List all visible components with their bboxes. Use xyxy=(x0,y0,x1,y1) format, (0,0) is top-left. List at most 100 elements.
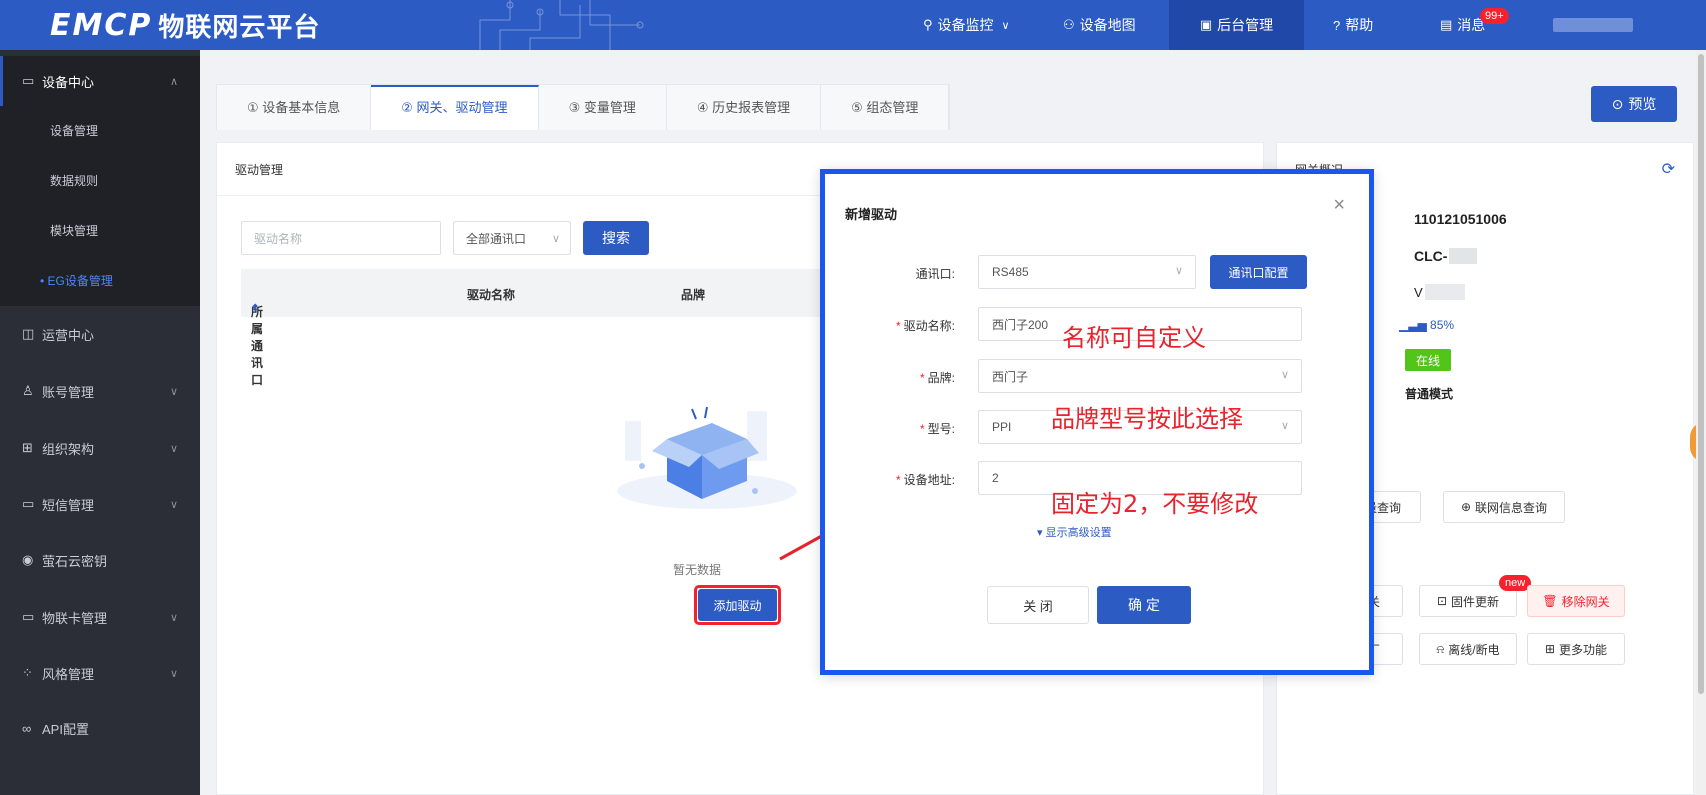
nav-admin[interactable]: ▣ 后台管理 xyxy=(1169,0,1304,50)
driver-name-label: * 驱动名称: xyxy=(825,317,955,334)
chevron-down-icon: ∨ xyxy=(1001,19,1010,32)
signal-value: 85% xyxy=(1430,318,1455,332)
port-select[interactable]: RS485 ∨ xyxy=(978,255,1196,289)
tab-history-report[interactable]: ④ 历史报表管理 xyxy=(666,85,822,130)
device-icon: ▭ xyxy=(22,73,35,88)
tab-basic-info[interactable]: ① 设备基本信息 xyxy=(217,85,372,130)
sidebar-item-eg-device[interactable]: • EG设备管理 xyxy=(0,256,200,306)
sidebar-label: 数据规则 xyxy=(50,174,99,188)
offline-power-button[interactable]: ⍾ 离线/断电 xyxy=(1419,633,1517,665)
name-custom-note: 名称可自定义 xyxy=(1062,324,1206,352)
field-value: RS485 xyxy=(992,265,1029,279)
account-icon: ♙ xyxy=(22,383,34,398)
address-fixed-note: 固定为2，不要修改 xyxy=(1051,490,1259,518)
preview-button[interactable]: ⊙ 预览 xyxy=(1591,86,1677,122)
sidebar-section-ezviz-key[interactable]: ◉ 萤石云密钥 xyxy=(0,534,200,586)
sidebar-label: 设备管理 xyxy=(50,124,99,138)
signal-strength: ▁▃▅ 85% xyxy=(1399,318,1454,332)
close-icon[interactable]: × xyxy=(1333,194,1345,217)
dialog-close-button[interactable]: 关 闭 xyxy=(987,586,1089,624)
port-config-button[interactable]: 通讯口配置 xyxy=(1210,255,1307,289)
signal-icon: ▁▃▅ xyxy=(1399,318,1427,332)
globe-icon: ⊕ xyxy=(1460,500,1472,514)
gateway-serial: 110121051006 xyxy=(1414,211,1507,227)
gateway-model: CLC- xyxy=(1414,248,1478,264)
brand-model-note: 品牌型号按此选择 xyxy=(1051,405,1243,433)
chevron-down-icon: ∨ xyxy=(169,611,178,624)
chevron-down-icon: ∨ xyxy=(1280,420,1289,432)
sidebar: ▭ 设备中心 ∧ 设备管理 数据规则 模块管理 • EG设备管理 ◫ 运营中心 ♙… xyxy=(0,50,200,795)
required-mark: * xyxy=(919,371,925,385)
field-value: 西门子 xyxy=(992,369,1029,384)
nav-help[interactable]: ? 帮助 xyxy=(1333,0,1373,50)
sidebar-section-account[interactable]: ♙ 账号管理 ∨ xyxy=(0,365,200,417)
port-label: 通讯口: xyxy=(825,265,955,282)
sidebar-section-operations[interactable]: ◫ 运营中心 xyxy=(0,308,200,360)
sidebar-section-org[interactable]: ⊞ 组织架构 ∨ xyxy=(0,422,200,474)
sidebar-label: 风格管理 xyxy=(42,666,95,682)
more-functions-button[interactable]: ⊞ 更多功能 xyxy=(1527,633,1625,665)
field-label: 驱动名称: xyxy=(903,319,955,333)
key-icon: ◉ xyxy=(22,552,34,567)
tab-variables[interactable]: ③ 变量管理 xyxy=(538,85,667,130)
dialog-confirm-button[interactable]: 确 定 xyxy=(1097,586,1191,624)
col-driver-name: 驱动名称 xyxy=(467,288,516,302)
add-driver-button[interactable]: 添加驱动 xyxy=(698,589,777,621)
sidebar-label: 物联卡管理 xyxy=(42,610,108,626)
gateway-model-text: CLC- xyxy=(1414,248,1448,264)
sidebar-section-sms[interactable]: ▭ 短信管理 ∨ xyxy=(0,478,200,530)
sidebar-section-api[interactable]: ∞ API配置 xyxy=(0,702,200,754)
sidebar-item-module-manage[interactable]: 模块管理 xyxy=(0,206,200,256)
chevron-up-icon: ∧ xyxy=(169,75,178,88)
platform-name: 物联网云平台 xyxy=(158,11,321,42)
sidebar-label: API配置 xyxy=(42,721,89,737)
required-mark: * xyxy=(895,473,901,487)
sidebar-section-iot-card[interactable]: ▭ 物联卡管理 ∨ xyxy=(0,591,200,643)
field-label: 型号: xyxy=(927,422,955,436)
sidebar-item-device-manage[interactable]: 设备管理 xyxy=(0,106,200,156)
gateway-mode: 普通模式 xyxy=(1405,387,1454,401)
sidebar-section-style[interactable]: ⁘ 风格管理 ∨ xyxy=(0,647,200,699)
user-name-blurred[interactable] xyxy=(1553,18,1633,32)
button-label: 离线/断电 xyxy=(1448,642,1500,657)
select-value: 全部通讯口 xyxy=(466,231,527,246)
tab-gateway-driver[interactable]: ② 网关、驱动管理 xyxy=(371,85,539,130)
field-label: 通讯口: xyxy=(915,267,955,281)
blurred-text xyxy=(1449,248,1478,264)
button-label: 更多功能 xyxy=(1559,642,1608,657)
search-button[interactable]: 搜索 xyxy=(583,221,649,255)
empty-text: 暂无数据 xyxy=(672,563,721,577)
nav-messages[interactable]: ▤ 消息 xyxy=(1440,0,1485,50)
org-icon: ⊞ xyxy=(22,440,33,455)
sidebar-item-data-rules[interactable]: 数据规则 xyxy=(0,156,200,206)
blurred-text xyxy=(1424,284,1465,300)
network-info-query-button[interactable]: ⊕ 联网信息查询 xyxy=(1443,491,1565,523)
sidebar-label: 运营中心 xyxy=(42,327,95,343)
bell-icon: ⍾ xyxy=(1436,641,1445,656)
logo: EMCP 物联网云平台 xyxy=(50,8,321,43)
nav-device-monitor[interactable]: ⚲ 设备监控 ∨ xyxy=(923,0,1010,50)
device-address-label: * 设备地址: xyxy=(825,471,955,488)
question-icon: ? xyxy=(1333,17,1341,33)
sidebar-section-device-center[interactable]: ▭ 设备中心 ∧ xyxy=(0,56,200,106)
refresh-icon[interactable]: ⟳ xyxy=(1662,159,1675,179)
field-value: 2 xyxy=(992,471,999,485)
driver-name-search-input[interactable]: 驱动名称 xyxy=(241,221,441,255)
nav-device-map[interactable]: ⚇ 设备地图 xyxy=(1063,0,1136,50)
scrollbar-thumb[interactable] xyxy=(1698,54,1704,694)
field-value: PPI xyxy=(992,420,1012,434)
chevron-down-icon: ∨ xyxy=(1280,369,1289,381)
remove-gateway-button[interactable]: 🗑 移除网关 xyxy=(1527,585,1625,617)
user-icon: ⚇ xyxy=(1063,17,1075,32)
preview-label: 预览 xyxy=(1628,96,1657,112)
page-scrollbar[interactable] xyxy=(1696,50,1706,795)
tab-scada[interactable]: ⑤ 组态管理 xyxy=(821,85,950,130)
show-advanced-link[interactable]: ▾ 显示高级设置 xyxy=(1037,524,1112,540)
chevron-down-icon: ∨ xyxy=(169,385,178,398)
style-icon: ⁘ xyxy=(22,665,33,680)
port-filter-select[interactable]: 全部通讯口 ∨ xyxy=(453,221,571,255)
sidebar-label: 账号管理 xyxy=(42,384,95,400)
brand-select[interactable]: 西门子 ∨ xyxy=(978,359,1302,393)
field-value: 西门子200 xyxy=(992,317,1049,332)
required-mark: * xyxy=(919,422,925,436)
